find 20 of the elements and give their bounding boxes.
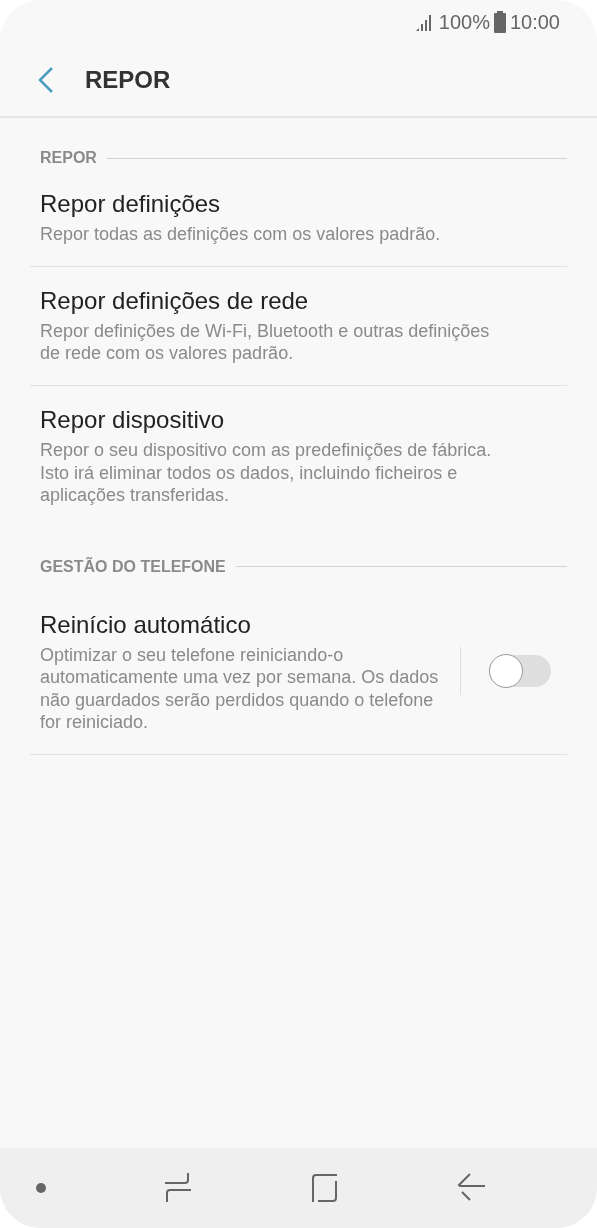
home-icon[interactable] xyxy=(310,1174,339,1202)
toggle-switch[interactable] xyxy=(489,655,551,688)
setting-title[interactable]: Repor definições xyxy=(40,188,557,220)
section-header: GESTÃO DO TELEFONE xyxy=(40,556,226,577)
page-title: REPOR xyxy=(85,65,171,95)
battery-percent: 100% xyxy=(438,10,490,35)
setting-title[interactable]: Repor definições de rede xyxy=(40,284,557,316)
clock: 10:00 xyxy=(509,10,560,35)
back-arrow-icon[interactable] xyxy=(457,1173,485,1203)
dot-icon[interactable] xyxy=(36,1183,46,1193)
recent-apps-icon[interactable] xyxy=(164,1172,193,1204)
setting-description: Repor todas as definições com os valores padrão. xyxy=(40,223,442,246)
setting-title[interactable]: Reinício automático xyxy=(40,608,560,640)
battery-icon xyxy=(493,11,506,33)
section-header: REPOR xyxy=(40,148,97,168)
setting-description: Repor definições de Wi-Fi, Bluetooth e outras definições de rede com os valores padrão. xyxy=(40,319,491,365)
setting-title[interactable]: Repor dispositivo xyxy=(40,403,557,436)
setting-description: Optimizar o seu telefone reiniciando-o automaticamente uma vez por semana. Os dados não guardados serão perdidos quando o telefone for reiniciado. xyxy=(40,643,440,734)
back-icon[interactable] xyxy=(37,66,55,94)
setting-description: Repor o seu dispositivo com as predefinições de fábrica. Isto irá eliminar todos os dados, incluindo ficheiros e aplicações transferidas. xyxy=(40,439,493,507)
